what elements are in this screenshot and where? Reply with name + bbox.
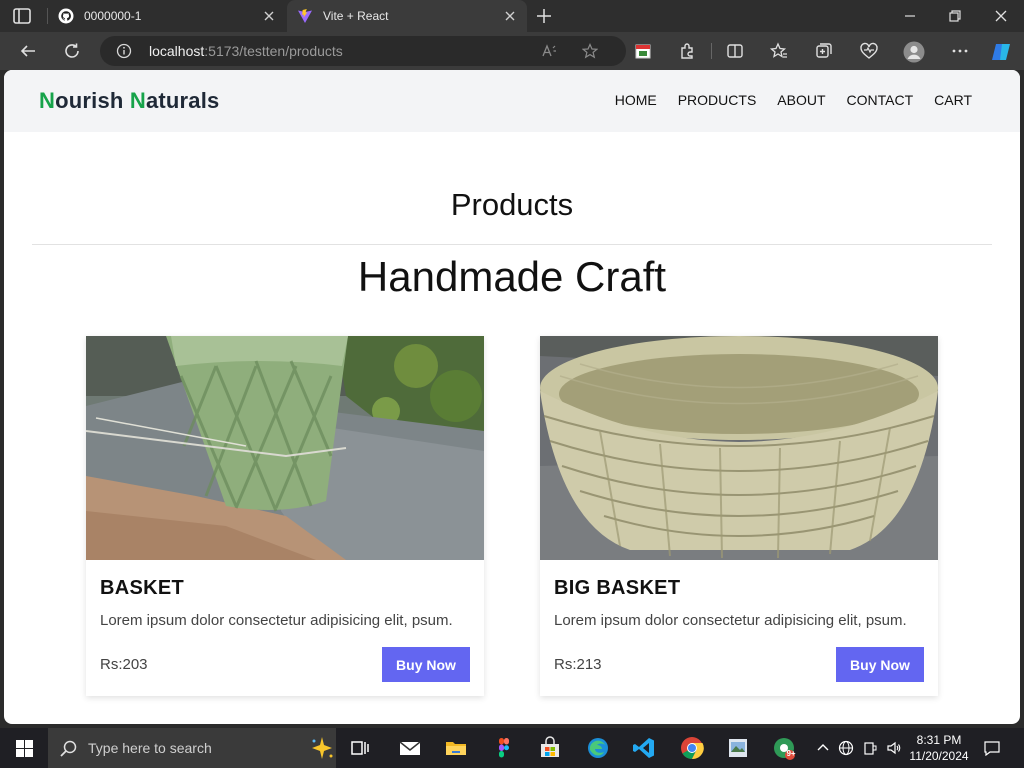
close-icon[interactable]: [503, 9, 517, 23]
figma-icon[interactable]: [492, 736, 516, 760]
more-options-icon[interactable]: [951, 42, 969, 60]
system-clock[interactable]: 8:31 PM 11/20/2024: [906, 732, 972, 764]
network-globe-icon[interactable]: [838, 740, 854, 756]
product-description: Lorem ipsum dolor consectetur adipisicin…: [100, 612, 453, 629]
volume-icon[interactable]: [886, 740, 902, 756]
logo-initial-n2: N: [129, 88, 146, 113]
extensions-puzzle-icon[interactable]: [678, 42, 696, 60]
product-card: BIG BASKET Lorem ipsum dolor consectetur…: [540, 336, 938, 696]
file-explorer-icon[interactable]: [444, 736, 468, 760]
woven-green-basket-photo: [86, 336, 484, 560]
search-icon: [60, 740, 77, 757]
window-close-icon[interactable]: [993, 8, 1009, 24]
category-title: Handmade Craft: [357, 253, 667, 300]
restore-icon[interactable]: [947, 8, 963, 24]
task-view-icon[interactable]: [348, 736, 372, 760]
notifications-icon[interactable]: [984, 740, 1000, 756]
favorite-star-icon[interactable]: [582, 43, 598, 59]
main-menu: HOME PRODUCTS ABOUT CONTACT CART: [615, 92, 972, 108]
logo-word-aturals: aturals: [145, 88, 220, 113]
tab-actions-icon[interactable]: [12, 7, 32, 25]
vscode-icon[interactable]: [632, 736, 656, 760]
clock-date: 11/20/2024: [909, 749, 969, 763]
url-text[interactable]: localhost:5173/testten/products: [149, 43, 343, 59]
chrome-icon[interactable]: [680, 736, 704, 760]
nav-products[interactable]: PRODUCTS: [678, 92, 757, 108]
nav-contact[interactable]: CONTACT: [847, 92, 914, 108]
address-bar[interactable]: localhost:5173/testten/products: [100, 36, 626, 66]
woven-bamboo-bowl-basket-photo: [540, 336, 938, 560]
logo-word-ourish: ourish: [55, 88, 130, 113]
buy-now-button[interactable]: Buy Now: [836, 647, 924, 682]
section-divider: [32, 244, 992, 245]
buy-now-button[interactable]: Buy Now: [382, 647, 470, 682]
site-logo[interactable]: Nourish Naturals: [39, 88, 219, 114]
extension-calendar-icon[interactable]: [634, 42, 652, 60]
nav-about[interactable]: ABOUT: [777, 92, 825, 108]
edge-browser-icon[interactable]: [586, 736, 610, 760]
product-price: Rs:203: [100, 656, 148, 673]
tab-github[interactable]: 0000000-1: [48, 0, 286, 32]
search-placeholder: Type here to search: [88, 740, 212, 756]
browser-toolbar: localhost:5173/testten/products: [0, 32, 1024, 70]
toolbar-separator: [711, 43, 712, 59]
github-icon: [58, 8, 74, 24]
tab-title: Vite + React: [323, 9, 389, 23]
minimize-icon[interactable]: [902, 8, 918, 24]
windows-start-icon[interactable]: [16, 740, 33, 757]
image-viewer-icon[interactable]: [726, 736, 750, 760]
new-tab-icon[interactable]: [536, 8, 552, 24]
close-icon[interactable]: [262, 9, 276, 23]
sparkle-icon: [312, 737, 333, 759]
product-name: BASKET: [100, 577, 185, 599]
notification-badge: 9+: [786, 749, 796, 758]
read-aloud-icon[interactable]: [541, 43, 557, 59]
browser-tab-strip: 0000000-1 Vite + React: [0, 0, 1024, 32]
tab-title: 0000000-1: [84, 9, 142, 23]
nav-home[interactable]: HOME: [615, 92, 657, 108]
collections-icon[interactable]: [815, 42, 833, 60]
chevron-up-icon[interactable]: [815, 740, 831, 756]
profile-avatar-icon[interactable]: [903, 41, 925, 63]
logo-initial-n: N: [39, 88, 56, 113]
taskbar-search[interactable]: Type here to search: [48, 728, 336, 768]
back-arrow-icon[interactable]: [19, 42, 37, 60]
microsoft-store-icon[interactable]: [538, 736, 562, 760]
windows-taskbar: Type here to search 9+ 8:31 PM 11/20/202…: [0, 728, 1024, 768]
copilot-icon[interactable]: [990, 40, 1014, 64]
url-path: :5173/testten/products: [204, 43, 343, 59]
favorites-icon[interactable]: [770, 42, 788, 60]
url-host: localhost: [149, 43, 205, 59]
tab-vite-react[interactable]: Vite + React: [287, 0, 527, 32]
mail-icon[interactable]: [398, 736, 422, 760]
browser-essentials-icon[interactable]: [860, 42, 878, 60]
split-screen-icon[interactable]: [726, 42, 744, 60]
product-card: BASKET Lorem ipsum dolor consectetur adi…: [86, 336, 484, 696]
product-name: BIG BASKET: [554, 577, 681, 599]
refresh-icon[interactable]: [63, 42, 81, 60]
page-title: Products: [450, 187, 574, 222]
site-info-icon[interactable]: [116, 43, 132, 59]
product-price: Rs:213: [554, 656, 602, 673]
product-description: Lorem ipsum dolor consectetur adipisicin…: [554, 612, 907, 629]
nav-cart[interactable]: CART: [934, 92, 972, 108]
clock-time: 8:31 PM: [916, 733, 962, 747]
battery-icon[interactable]: [862, 740, 878, 756]
site-navbar: Nourish Naturals HOME PRODUCTS ABOUT CON…: [4, 70, 1020, 132]
page-viewport: Nourish Naturals HOME PRODUCTS ABOUT CON…: [4, 70, 1020, 724]
vite-icon: [298, 9, 312, 23]
